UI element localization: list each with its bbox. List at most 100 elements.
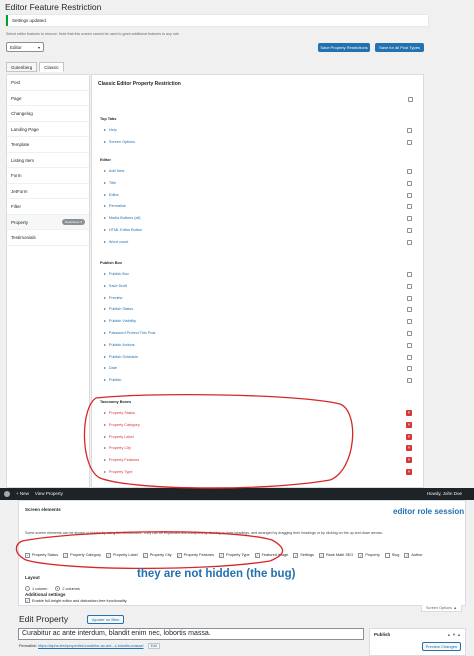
adminbar-user-menu[interactable]: Howdy, John Doe xyxy=(427,491,462,496)
expand-arrow-icon[interactable]: ▸ xyxy=(104,366,106,370)
adminbar-view-property-link[interactable]: View Property xyxy=(35,491,63,497)
expand-arrow-icon[interactable]: ▸ xyxy=(104,423,106,427)
sidebar-item-testimonials[interactable]: Testimonials xyxy=(7,230,89,246)
sidebar-item-property[interactable]: Property Restricted: 6 xyxy=(7,214,89,230)
expand-arrow-icon[interactable]: ▸ xyxy=(104,228,106,232)
sidebar-item-listing-item[interactable]: Listing Item xyxy=(7,153,89,168)
restriction-checkbox[interactable] xyxy=(407,295,412,301)
expand-arrow-icon[interactable]: ▸ xyxy=(104,181,106,185)
restriction-label: Property Status xyxy=(108,411,136,415)
screen-element-checkbox[interactable]: ✓ Property Category xyxy=(63,552,101,558)
restriction-checkbox[interactable] xyxy=(407,216,412,222)
edit-page-title: Edit Property xyxy=(19,614,69,624)
save-restrictions-button[interactable]: Save Property Restrictions xyxy=(318,43,370,52)
restricted-x-checkbox[interactable]: × xyxy=(406,445,412,452)
restriction-label: Publish Visibility xyxy=(108,319,137,324)
fullheight-editor-checkbox[interactable]: ✓ Enable full-height editor and distract… xyxy=(25,598,127,603)
permalink-edit-button[interactable]: Edit xyxy=(147,643,161,649)
expand-arrow-icon[interactable]: ▸ xyxy=(104,284,106,288)
expand-arrow-icon[interactable]: ▸ xyxy=(104,458,106,462)
expand-arrow-icon[interactable]: ▸ xyxy=(104,272,106,276)
expand-arrow-icon[interactable]: ▸ xyxy=(104,343,106,347)
restriction-checkbox[interactable] xyxy=(407,228,412,233)
tab-gutenberg[interactable]: Gutenberg xyxy=(6,62,38,72)
restriction-checkbox[interactable] xyxy=(407,283,412,289)
expand-arrow-icon[interactable]: ▸ xyxy=(104,296,106,300)
sidebar-item-jetform[interactable]: JetForm xyxy=(7,184,89,199)
select-all-checkbox[interactable] xyxy=(408,97,413,102)
screen-element-checkbox[interactable]: ✓ Property Features xyxy=(176,552,214,558)
restriction-checkbox[interactable] xyxy=(407,180,412,186)
screen-element-checkbox[interactable]: ✓ Property City xyxy=(142,552,172,558)
sidebar-item-post[interactable]: Post xyxy=(7,75,89,91)
preview-changes-button[interactable]: Preview Changes xyxy=(421,642,461,651)
sidebar-item-page[interactable]: Page xyxy=(7,91,89,106)
sidebar-item-landing-page[interactable]: Landing Page xyxy=(7,122,89,137)
expand-arrow-icon[interactable]: ▸ xyxy=(104,128,106,132)
restriction-checkbox[interactable] xyxy=(407,319,412,325)
screen-element-checkbox[interactable]: ✓ Settings xyxy=(293,552,314,558)
post-title-input[interactable]: Curabitur ac ante interdum, blandit enim… xyxy=(18,628,364,640)
expand-arrow-icon[interactable]: ▸ xyxy=(104,411,106,415)
screen-element-checkbox[interactable]: ✓ Property xyxy=(358,552,380,558)
restriction-checkbox[interactable] xyxy=(407,139,412,145)
role-select[interactable]: Editor ▾ xyxy=(6,42,44,52)
sidebar-item-changelog[interactable]: Changelog xyxy=(7,106,89,122)
layout-1-column-radio[interactable]: 1 column xyxy=(25,586,47,591)
restriction-checkbox[interactable] xyxy=(407,204,412,210)
expand-arrow-icon[interactable]: ▸ xyxy=(104,435,106,439)
restricted-x-checkbox[interactable]: × xyxy=(406,457,412,464)
screen-element-checkbox[interactable]: ✓ Property Status xyxy=(25,552,58,558)
restriction-checkbox[interactable] xyxy=(407,342,412,348)
sidebar-item-filter[interactable]: Filter xyxy=(7,199,89,215)
screen-element-checkbox[interactable]: ✓ Author xyxy=(404,552,423,558)
restriction-checkbox[interactable] xyxy=(407,128,412,133)
restricted-x-checkbox[interactable]: × xyxy=(406,433,412,440)
expand-arrow-icon[interactable]: ▸ xyxy=(104,355,106,359)
expand-arrow-icon[interactable]: ▸ xyxy=(104,331,106,335)
screen-element-checkbox[interactable]: Slug xyxy=(384,552,399,558)
screen-element-checkbox[interactable]: ✓ Property Label xyxy=(105,552,138,558)
save-all-post-types-button[interactable]: Save for all Post Types xyxy=(375,43,424,52)
expand-arrow-icon[interactable]: ▸ xyxy=(104,193,106,197)
expand-arrow-icon[interactable]: ▸ xyxy=(104,240,106,244)
restriction-checkbox[interactable] xyxy=(407,378,412,384)
screen-element-checkbox[interactable]: ✓ Featured image xyxy=(254,552,288,558)
add-new-property-button[interactable]: Ajouter un Bien xyxy=(87,615,125,624)
restriction-checkbox[interactable] xyxy=(407,354,412,360)
restriction-label: Property Category xyxy=(108,422,140,427)
expand-arrow-icon[interactable]: ▸ xyxy=(104,446,106,450)
restriction-row: ▸ Property Label × xyxy=(104,433,418,442)
restricted-x-checkbox[interactable]: × xyxy=(406,410,412,416)
screen-element-checkbox[interactable]: ✓ Property Type xyxy=(219,552,250,558)
restriction-checkbox[interactable] xyxy=(407,169,412,174)
restriction-checkbox[interactable] xyxy=(407,192,412,198)
adminbar-new-link[interactable]: + New xyxy=(16,491,29,497)
expand-arrow-icon[interactable]: ▸ xyxy=(104,470,106,474)
box-arrows-icon[interactable]: ▲ ▼ ▲ xyxy=(447,632,461,637)
permalink-url[interactable]: https://alpha.test/properties/curabitur-… xyxy=(38,644,144,648)
restriction-checkbox[interactable] xyxy=(407,272,412,277)
expand-arrow-icon[interactable]: ▸ xyxy=(104,140,106,144)
sidebar-item-form[interactable]: Form xyxy=(7,168,89,184)
sidebar-item-template[interactable]: Template xyxy=(7,137,89,153)
expand-arrow-icon[interactable]: ▸ xyxy=(104,169,106,173)
restriction-row: ▸ Save Draft xyxy=(104,283,418,291)
layout-2-columns-radio[interactable]: 2 columns xyxy=(55,586,80,591)
expand-arrow-icon[interactable]: ▸ xyxy=(104,378,106,382)
restriction-checkbox[interactable] xyxy=(407,366,412,372)
expand-arrow-icon[interactable]: ▸ xyxy=(104,319,106,323)
restricted-x-checkbox[interactable]: × xyxy=(406,421,412,428)
wordpress-logo-icon[interactable] xyxy=(4,491,10,497)
tab-classic[interactable]: Classic xyxy=(39,62,64,72)
expand-arrow-icon[interactable]: ▸ xyxy=(104,307,106,311)
restriction-checkbox[interactable] xyxy=(407,307,412,313)
checkbox-label: Property Label xyxy=(112,553,138,557)
restricted-x-checkbox[interactable]: × xyxy=(406,469,412,475)
expand-arrow-icon[interactable]: ▸ xyxy=(104,204,106,208)
restriction-checkbox[interactable] xyxy=(407,331,412,336)
screen-element-checkbox[interactable]: ✓ Rank Math SEO xyxy=(318,552,353,558)
expand-arrow-icon[interactable]: ▸ xyxy=(104,216,106,220)
screen-options-toggle[interactable]: Screen Options ▲ xyxy=(421,605,462,612)
restriction-checkbox[interactable] xyxy=(407,239,412,245)
